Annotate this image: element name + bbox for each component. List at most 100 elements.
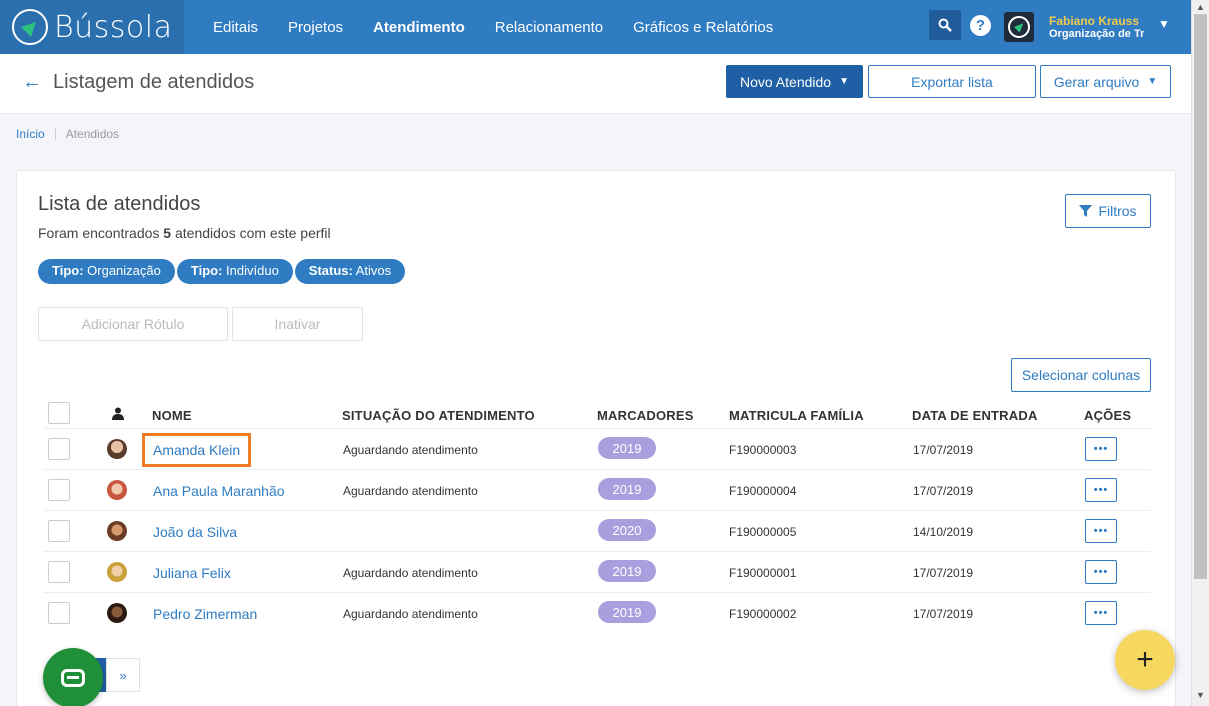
attendee-name-link[interactable]: Amanda Klein [141,433,252,467]
row-checkbox[interactable] [48,561,70,583]
help-icon[interactable]: ? [970,15,991,36]
compass-icon [1008,16,1030,38]
new-attendee-label: Novo Atendido [740,73,832,90]
column-header-name[interactable]: NOME [152,408,192,423]
chip-value: Organização [87,263,161,278]
user-org[interactable]: Organização de Tre [1049,28,1144,40]
row-actions-button[interactable]: ••• [1085,519,1117,543]
attendee-matricula: F190000002 [729,607,797,621]
nav-item-graficos[interactable]: Gráficos e Relatórios [633,19,773,36]
chip-tipo-individuo[interactable]: Tipo: Indivíduo [176,259,293,284]
column-header-matricula[interactable]: MATRICULA FAMÍLIA [729,408,864,423]
export-list-button[interactable]: Exportar lista [868,65,1036,98]
chip-status-ativos[interactable]: Status: Ativos [294,259,406,284]
chip-key: Tipo: [52,263,84,278]
user-avatar[interactable] [1004,12,1034,42]
filter-chips: Tipo: Organização Tipo: Indivíduo Status… [38,259,406,284]
row-divider [43,428,1151,429]
chevron-down-icon: ▼ [839,76,849,87]
avatar [107,521,127,541]
tag-badge: 2020 [598,519,656,541]
attendees-card: Lista de atendidos Foram encontrados 5 a… [16,170,1176,706]
attendee-matricula: F190000001 [729,566,797,580]
attendee-matricula: F190000004 [729,484,797,498]
attendee-status: Aguardando atendimento [343,484,478,498]
attendee-name-link[interactable]: Ana Paula Maranhão [153,483,285,499]
card-title: Lista de atendidos [38,193,201,215]
attendee-date: 17/07/2019 [913,484,974,498]
results-count: 5 [163,225,172,241]
chip-value: Indivíduo [226,263,279,278]
row-checkbox[interactable] [48,602,70,624]
column-header-actions: AÇÕES [1084,408,1132,423]
avatar [107,439,127,459]
attendee-status: Aguardando atendimento [343,607,478,621]
filters-button[interactable]: Filtros [1065,194,1151,228]
row-checkbox[interactable] [48,438,70,460]
generate-file-button[interactable]: Gerar arquivo ▼ [1040,65,1171,98]
page-title: Listagem de atendidos [53,71,255,93]
search-icon [938,18,952,32]
column-header-tags[interactable]: MARCADORES [597,408,694,423]
nav-item-atendimento[interactable]: Atendimento [373,19,465,36]
add-label-button[interactable]: Adicionar Rótulo [38,307,228,341]
row-actions-button[interactable]: ••• [1085,560,1117,584]
row-divider [43,469,1151,470]
nav-item-projetos[interactable]: Projetos [288,19,343,36]
chat-button[interactable] [43,648,103,706]
attendee-name-link[interactable]: Juliana Felix [153,565,231,581]
compass-logo-icon [12,9,48,45]
nav-item-relacionamento[interactable]: Relacionamento [495,19,603,36]
column-header-status[interactable]: SITUAÇÃO DO ATENDIMENTO [342,408,535,423]
breadcrumb-current: Atendidos [65,127,120,141]
pagination-next-button[interactable]: » [106,658,140,692]
tag-badge: 2019 [598,601,656,623]
scroll-thumb[interactable] [1194,14,1207,579]
scroll-down-icon[interactable]: ▼ [1196,690,1205,700]
chat-icon [61,669,85,687]
user-name[interactable]: Fabiano Krauss [1049,14,1139,28]
avatar [107,603,127,623]
chip-key: Tipo: [190,263,223,278]
row-actions-button[interactable]: ••• [1085,478,1117,502]
new-attendee-button[interactable]: Novo Atendido ▼ [726,65,863,98]
add-fab-button[interactable]: + [1115,630,1175,690]
back-arrow-icon[interactable]: ← [22,71,42,94]
person-icon [112,407,124,420]
select-all-checkbox[interactable] [48,402,70,424]
export-list-label: Exportar lista [911,73,993,90]
main-nav: Editais Projetos Atendimento Relacioname… [213,0,803,54]
filters-label: Filtros [1098,203,1137,219]
deactivate-button[interactable]: Inativar [232,307,363,341]
row-actions-button[interactable]: ••• [1085,601,1117,625]
brand[interactable]: Bússola [0,0,184,54]
chevron-down-icon[interactable]: ▼ [1158,17,1170,31]
nav-item-editais[interactable]: Editais [213,19,258,36]
scroll-up-icon[interactable]: ▲ [1196,2,1205,12]
search-button[interactable] [929,10,961,40]
select-columns-button[interactable]: Selecionar colunas [1011,358,1151,392]
attendee-name-link[interactable]: João da Silva [153,524,237,540]
row-checkbox[interactable] [48,479,70,501]
breadcrumb-home[interactable]: Início [16,127,45,141]
results-summary: Foram encontrados 5 atendidos com este p… [38,225,331,241]
attendee-date: 17/07/2019 [913,566,974,580]
scrollbar[interactable]: ▲ ▼ [1191,0,1209,706]
avatar [107,480,127,500]
avatar [107,562,127,582]
row-actions-button[interactable]: ••• [1085,437,1117,461]
top-navbar: Bússola Editais Projetos Atendimento Rel… [0,0,1191,54]
chip-key: Status: [308,263,353,278]
tag-badge: 2019 [598,478,656,500]
attendee-date: 17/07/2019 [913,443,974,457]
attendee-matricula: F190000003 [729,443,797,457]
chevron-down-icon: ▼ [1147,76,1158,87]
row-divider [43,592,1151,593]
column-header-date[interactable]: DATA DE ENTRADA [912,408,1038,423]
brand-name: Bússola [54,9,173,45]
attendee-name-link[interactable]: Pedro Zimerman [153,606,257,622]
attendee-date: 17/07/2019 [913,607,974,621]
row-checkbox[interactable] [48,520,70,542]
chip-tipo-organizacao[interactable]: Tipo: Organização [38,259,175,284]
tag-badge: 2019 [598,560,656,582]
